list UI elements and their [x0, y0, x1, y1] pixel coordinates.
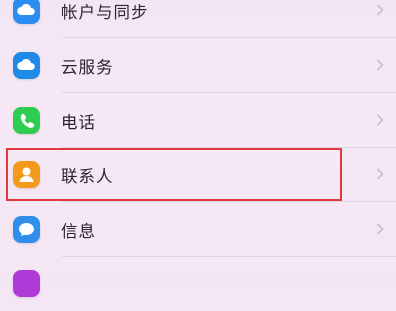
settings-item-messages[interactable]: 信息: [0, 202, 396, 257]
settings-item-cloud-service[interactable]: 云服务: [0, 38, 396, 93]
settings-item-label: 帐户与同步: [61, 3, 149, 22]
settings-item-label: 信息: [61, 222, 96, 241]
settings-item-label: 电话: [61, 113, 96, 132]
settings-item-partial[interactable]: [0, 256, 396, 311]
settings-item-label: 云服务: [61, 58, 114, 77]
app-icon: [13, 270, 40, 297]
chevron-right-icon: [376, 4, 384, 16]
phone-icon: [13, 107, 40, 134]
cloud-icon: [13, 0, 40, 24]
chevron-right-icon: [376, 223, 384, 235]
chevron-right-icon: [376, 59, 384, 71]
settings-list: 帐户与同步 云服务 电话 联系人 信息: [0, 0, 396, 297]
message-icon: [13, 216, 40, 243]
person-icon: [13, 161, 40, 188]
settings-item-phone[interactable]: 电话: [0, 93, 396, 148]
settings-item-label: 联系人: [61, 167, 114, 186]
cloud-icon: [13, 52, 40, 79]
chevron-right-icon: [376, 168, 384, 180]
settings-item-contacts[interactable]: 联系人: [0, 147, 396, 202]
settings-item-account-sync[interactable]: 帐户与同步: [0, 0, 396, 38]
chevron-right-icon: [376, 114, 384, 126]
